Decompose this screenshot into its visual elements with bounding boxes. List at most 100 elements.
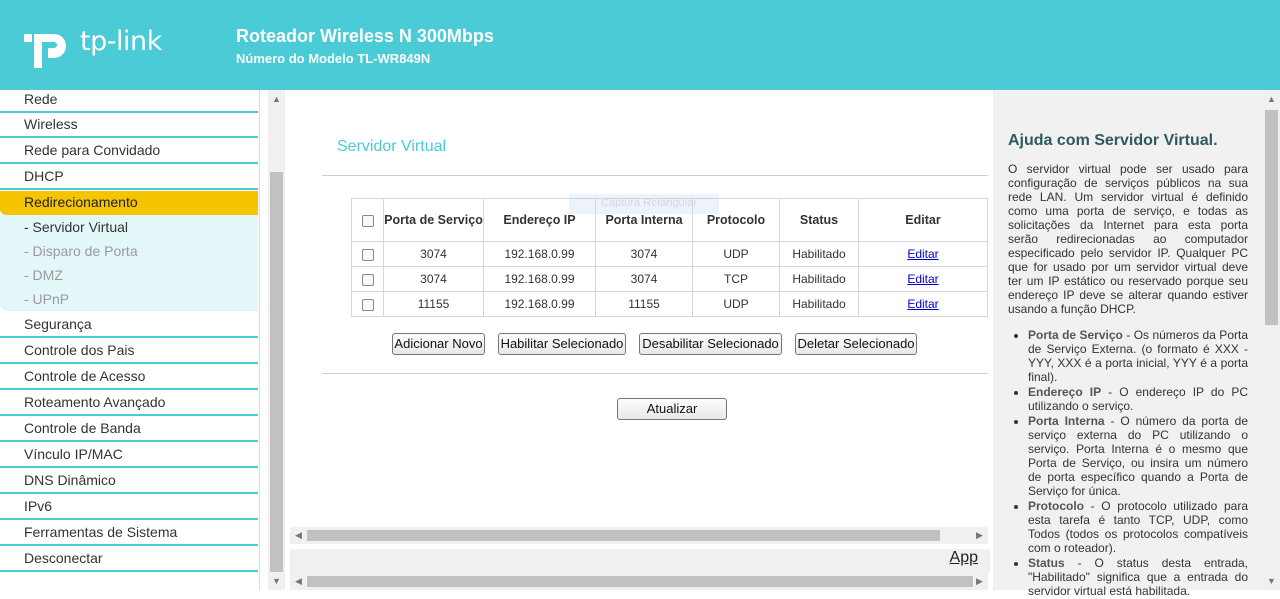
tp-link-logo: tp-link	[24, 26, 164, 76]
virtual-server-table: Porta de Serviço Endereço IP Porta Inter…	[351, 198, 988, 317]
main-hscroll-thumb[interactable]	[307, 530, 940, 541]
delete-selected-button[interactable]: Deletar Selecionado	[795, 333, 917, 355]
row-checkbox-cell	[351, 266, 384, 292]
menu-seguranca[interactable]: Segurança	[0, 313, 258, 338]
divider-top	[322, 175, 988, 176]
tp-link-logo-icon	[24, 34, 66, 68]
scroll-left-icon[interactable]: ◀	[295, 576, 302, 587]
cell-internal: 11155	[595, 291, 693, 317]
scroll-right-icon[interactable]: ▶	[976, 576, 983, 587]
menu-ferramentas-sistema[interactable]: Ferramentas de Sistema	[0, 521, 258, 546]
cell-internal: 3074	[595, 266, 693, 292]
menu-rede[interactable]: Rede	[0, 90, 258, 113]
scroll-down-icon[interactable]: ▼	[1267, 576, 1276, 586]
edit-link[interactable]: Editar	[907, 297, 938, 311]
scroll-up-icon[interactable]: ▲	[1267, 94, 1276, 104]
main-hscrollbar[interactable]: ◀ ▶	[290, 527, 988, 544]
row-checkbox[interactable]	[361, 298, 374, 311]
frame-hscrollbar[interactable]: ◀ ▶	[290, 573, 988, 590]
frame-hscroll-thumb[interactable]	[307, 576, 973, 587]
main-content: Servidor Virtual Captura Retangular Port…	[290, 90, 990, 530]
menu-dns-dinamico[interactable]: DNS Dinâmico	[0, 469, 258, 494]
cell-edit: Editar	[858, 266, 988, 292]
menu-controle-banda[interactable]: Controle de Banda	[0, 417, 258, 442]
row-checkbox-cell	[351, 291, 384, 317]
col-endereco-ip: Endereço IP	[483, 198, 596, 242]
sidebar: Rede Wireless Rede para Convidado DHCP -…	[0, 90, 260, 590]
menu-dhcp[interactable]: DHCP	[0, 165, 258, 190]
menu-roteamento-avancado[interactable]: Roteamento Avançado	[0, 391, 258, 416]
menu-controle-pais[interactable]: Controle dos Pais	[0, 339, 258, 364]
cell-internal: 3074	[595, 241, 693, 267]
menu-redirecionamento[interactable]: Redirecionamento	[0, 191, 258, 215]
cell-port: 3074	[383, 266, 484, 292]
help-panel: Ajuda com Servidor Virtual. O servidor v…	[993, 90, 1263, 598]
cell-ip: 192.168.0.99	[483, 291, 596, 317]
submenu-upnp[interactable]: - UPnP	[24, 291, 69, 307]
sidebar-scrollbar[interactable]: ▲ ▼	[268, 90, 285, 590]
scroll-left-icon[interactable]: ◀	[295, 530, 302, 541]
edit-link[interactable]: Editar	[907, 247, 938, 261]
app-bar: App	[290, 549, 990, 573]
cell-status: Habilitado	[779, 291, 859, 317]
table-row: 3074 192.168.0.99 3074 TCP Habilitado Ed…	[351, 266, 988, 292]
col-editar: Editar	[858, 198, 988, 242]
help-list: Porta de Serviço - Os números da Porta d…	[1028, 328, 1248, 599]
help-title: Ajuda com Servidor Virtual.	[1008, 132, 1218, 149]
app-link[interactable]: App	[950, 549, 978, 567]
menu-rede-convidado[interactable]: Rede para Convidado	[0, 139, 258, 164]
cell-protocol: TCP	[692, 266, 780, 292]
help-item: Endereço IP - O endereço IP do PC utiliz…	[1028, 385, 1248, 413]
add-new-button[interactable]: Adicionar Novo	[392, 333, 485, 355]
submenu-disparo-porta[interactable]: - Disparo de Porta	[24, 243, 138, 259]
col-status: Status	[779, 198, 859, 242]
help-term: Porta de Serviço	[1028, 328, 1123, 342]
cell-status: Habilitado	[779, 241, 859, 267]
help-intro: O servidor virtual pode ser usado para c…	[1008, 162, 1248, 316]
refresh-button[interactable]: Atualizar	[617, 398, 727, 420]
edit-link[interactable]: Editar	[907, 272, 938, 286]
menu-ipv6[interactable]: IPv6	[0, 495, 258, 520]
help-item: Porta Interna - O número da porta de ser…	[1028, 414, 1248, 498]
col-porta-interna: Porta Interna	[595, 198, 693, 242]
submenu-servidor-virtual[interactable]: - Servidor Virtual	[24, 219, 128, 235]
divider-bottom	[322, 373, 988, 374]
help-term: Protocolo	[1028, 499, 1084, 513]
cell-edit: Editar	[858, 291, 988, 317]
submenu-dmz[interactable]: - DMZ	[24, 267, 63, 283]
row-checkbox[interactable]	[361, 273, 374, 286]
model-number: Número do Modelo TL-WR849N	[236, 51, 431, 66]
help-item: Status - O status desta entrada, "Habili…	[1028, 556, 1248, 598]
help-scrollbar[interactable]: ▲ ▼	[1263, 90, 1280, 590]
cell-protocol: UDP	[692, 291, 780, 317]
select-all-checkbox[interactable]	[361, 214, 374, 227]
page-title: Servidor Virtual	[337, 138, 447, 155]
help-item: Protocolo - O protocolo utilizado para e…	[1028, 499, 1248, 555]
menu-desconectar[interactable]: Desconectar	[0, 547, 258, 572]
cell-ip: 192.168.0.99	[483, 241, 596, 267]
header: tp-link Roteador Wireless N 300Mbps Núme…	[0, 0, 1280, 90]
cell-ip: 192.168.0.99	[483, 266, 596, 292]
scroll-down-icon[interactable]: ▼	[272, 576, 281, 586]
disable-selected-button[interactable]: Desabilitar Selecionado	[639, 333, 782, 355]
col-porta-servico: Porta de Serviço	[383, 198, 484, 242]
cell-status: Habilitado	[779, 266, 859, 292]
table-row: 11155 192.168.0.99 11155 UDP Habilitado …	[351, 291, 988, 317]
cell-port: 11155	[383, 291, 484, 317]
sidebar-scroll-thumb[interactable]	[270, 172, 283, 572]
menu-vinculo-ip-mac[interactable]: Vínculo IP/MAC	[0, 443, 258, 468]
help-scroll-thumb[interactable]	[1265, 110, 1278, 325]
table-header-row: Porta de Serviço Endereço IP Porta Inter…	[351, 198, 988, 242]
row-checkbox-cell	[351, 241, 384, 267]
scroll-up-icon[interactable]: ▲	[272, 94, 281, 104]
help-term: Porta Interna	[1028, 414, 1105, 428]
row-checkbox[interactable]	[361, 248, 374, 261]
model-title: Roteador Wireless N 300Mbps	[236, 26, 494, 46]
enable-selected-button[interactable]: Habilitar Selecionado	[498, 333, 626, 355]
menu-wireless[interactable]: Wireless	[0, 113, 258, 138]
logo-text: tp-link	[80, 26, 162, 57]
cell-port: 3074	[383, 241, 484, 267]
scroll-right-icon[interactable]: ▶	[976, 530, 983, 541]
help-item: Porta de Serviço - Os números da Porta d…	[1028, 328, 1248, 384]
menu-controle-acesso[interactable]: Controle de Acesso	[0, 365, 258, 390]
